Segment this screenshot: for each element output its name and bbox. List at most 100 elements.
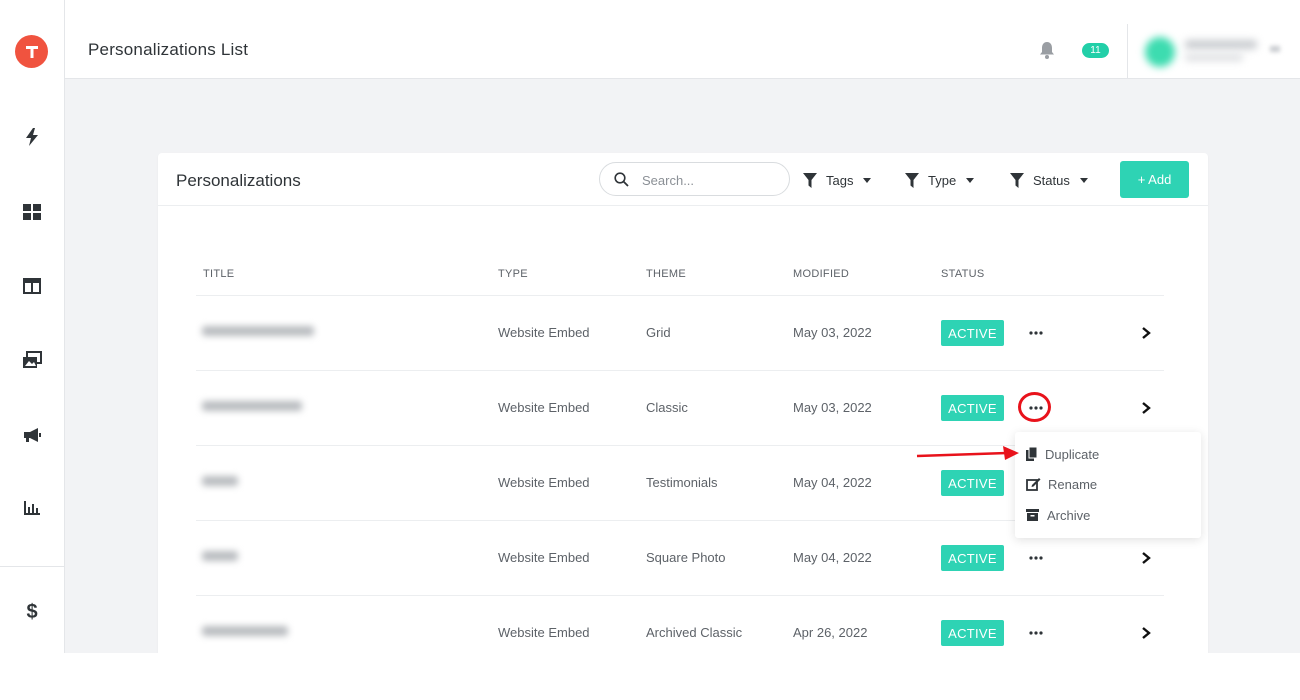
caret-down-icon [966, 177, 975, 183]
user-menu-caret-icon[interactable] [1270, 46, 1280, 52]
row-theme: Grid [646, 325, 671, 340]
filter-icon [803, 172, 817, 188]
column-header-type[interactable]: TYPE [498, 268, 528, 280]
menu-item-label: Archive [1047, 507, 1091, 523]
header-divider [1127, 24, 1128, 79]
row-actions-menu: Duplicate Rename Archive [1015, 432, 1201, 538]
filter-icon [1010, 172, 1024, 188]
menu-item-label: Rename [1048, 476, 1098, 492]
row-type: Website Embed [498, 400, 590, 415]
edit-icon [1026, 478, 1041, 491]
chevron-right-icon[interactable] [1139, 551, 1153, 565]
more-actions-button[interactable] [1022, 322, 1050, 344]
ellipsis-icon [1029, 556, 1043, 560]
app-window: $ Personalizations List 11 Personalizati… [0, 0, 1300, 653]
user-name-redacted[interactable] [1185, 40, 1257, 49]
user-subtitle-redacted [1185, 54, 1243, 61]
archive-icon [1026, 509, 1039, 521]
filter-type-label: Type [928, 172, 957, 188]
row-modified: May 03, 2022 [793, 400, 872, 415]
ellipsis-icon [1029, 331, 1043, 335]
row-theme: Archived Classic [646, 625, 743, 640]
status-badge: ACTIVE [941, 320, 1004, 346]
row-theme: Testimonials [646, 475, 718, 490]
dollar-icon: $ [26, 600, 38, 623]
column-header-status[interactable]: STATUS [941, 268, 985, 280]
filter-tags-label: Tags [826, 172, 854, 188]
sidebar-item-automations[interactable] [20, 125, 44, 149]
app-logo[interactable] [15, 35, 48, 68]
caret-down-icon [863, 177, 872, 183]
page-title: Personalizations List [88, 40, 249, 59]
menu-item-duplicate[interactable]: Duplicate [1015, 440, 1201, 468]
filter-icon [905, 172, 919, 188]
row-title-redacted[interactable] [202, 476, 238, 486]
card-header: Personalizations Tags Type [158, 153, 1208, 206]
row-type: Website Embed [498, 475, 590, 490]
grid-icon [23, 204, 41, 220]
table-row[interactable]: Website Embed Grid May 03, 2022 ACTIVE [196, 296, 1164, 371]
menu-item-rename[interactable]: Rename [1015, 470, 1201, 498]
column-header-title[interactable]: TITLE [203, 268, 234, 280]
status-badge: ACTIVE [941, 620, 1004, 646]
status-badge: ACTIVE [941, 545, 1004, 571]
search-box[interactable] [599, 162, 790, 196]
add-button[interactable]: + Add [1120, 161, 1189, 198]
bell-icon[interactable] [1039, 41, 1055, 59]
sidebar-item-dashboard[interactable] [20, 200, 44, 224]
sidebar-item-analytics[interactable] [20, 496, 44, 520]
row-modified: May 03, 2022 [793, 325, 872, 340]
ellipsis-icon [1029, 631, 1043, 635]
table-row[interactable]: Website Embed Archived Classic Apr 26, 2… [196, 596, 1164, 653]
search-icon [614, 172, 629, 187]
row-modified: May 04, 2022 [793, 475, 872, 490]
annotation-arrow-icon [916, 446, 1019, 460]
more-actions-button[interactable] [1022, 547, 1050, 569]
column-header-theme[interactable]: THEME [646, 268, 686, 280]
sidebar-divider [0, 566, 64, 567]
row-modified: Apr 26, 2022 [793, 625, 868, 640]
column-header-modified[interactable]: MODIFIED [793, 268, 849, 280]
filter-status[interactable]: Status [1010, 171, 1088, 189]
chevron-right-icon[interactable] [1139, 401, 1153, 415]
layout-icon [23, 278, 41, 294]
menu-item-label: Duplicate [1045, 446, 1100, 462]
sidebar-item-campaigns[interactable] [20, 423, 44, 447]
bolt-icon [26, 128, 38, 146]
chevron-right-icon[interactable] [1139, 326, 1153, 340]
row-theme: Classic [646, 400, 688, 415]
row-title-redacted[interactable] [202, 626, 288, 636]
avatar[interactable] [1145, 37, 1175, 67]
row-modified: May 04, 2022 [793, 550, 872, 565]
row-theme: Square Photo [646, 550, 726, 565]
filter-status-label: Status [1033, 172, 1070, 188]
top-header: Personalizations List 11 [65, 0, 1300, 79]
chevron-right-icon[interactable] [1139, 626, 1153, 640]
row-type: Website Embed [498, 625, 590, 640]
caret-down-icon [1079, 177, 1088, 183]
megaphone-icon [24, 428, 41, 442]
row-title-redacted[interactable] [202, 401, 302, 411]
sidebar: $ [0, 0, 65, 653]
gallery-icon [23, 351, 42, 368]
filter-tags[interactable]: Tags [803, 171, 872, 189]
sidebar-item-layouts[interactable] [20, 274, 44, 298]
highlight-circle [1018, 392, 1051, 422]
more-actions-button[interactable] [1022, 622, 1050, 644]
menu-item-archive[interactable]: Archive [1015, 501, 1201, 529]
logo-icon [25, 45, 38, 58]
search-input[interactable] [642, 170, 782, 190]
sidebar-item-billing[interactable]: $ [20, 600, 44, 624]
row-title-redacted[interactable] [202, 326, 314, 336]
card-title: Personalizations [176, 171, 301, 190]
copy-icon [1026, 447, 1038, 461]
status-badge: ACTIVE [941, 470, 1004, 496]
notification-badge[interactable]: 11 [1082, 43, 1109, 58]
bar-chart-icon [24, 501, 40, 515]
filter-type[interactable]: Type [905, 171, 975, 189]
row-type: Website Embed [498, 550, 590, 565]
sidebar-item-media[interactable] [20, 348, 44, 372]
status-badge: ACTIVE [941, 395, 1004, 421]
personalizations-card: Personalizations Tags Type [158, 153, 1208, 653]
row-title-redacted[interactable] [202, 551, 238, 561]
